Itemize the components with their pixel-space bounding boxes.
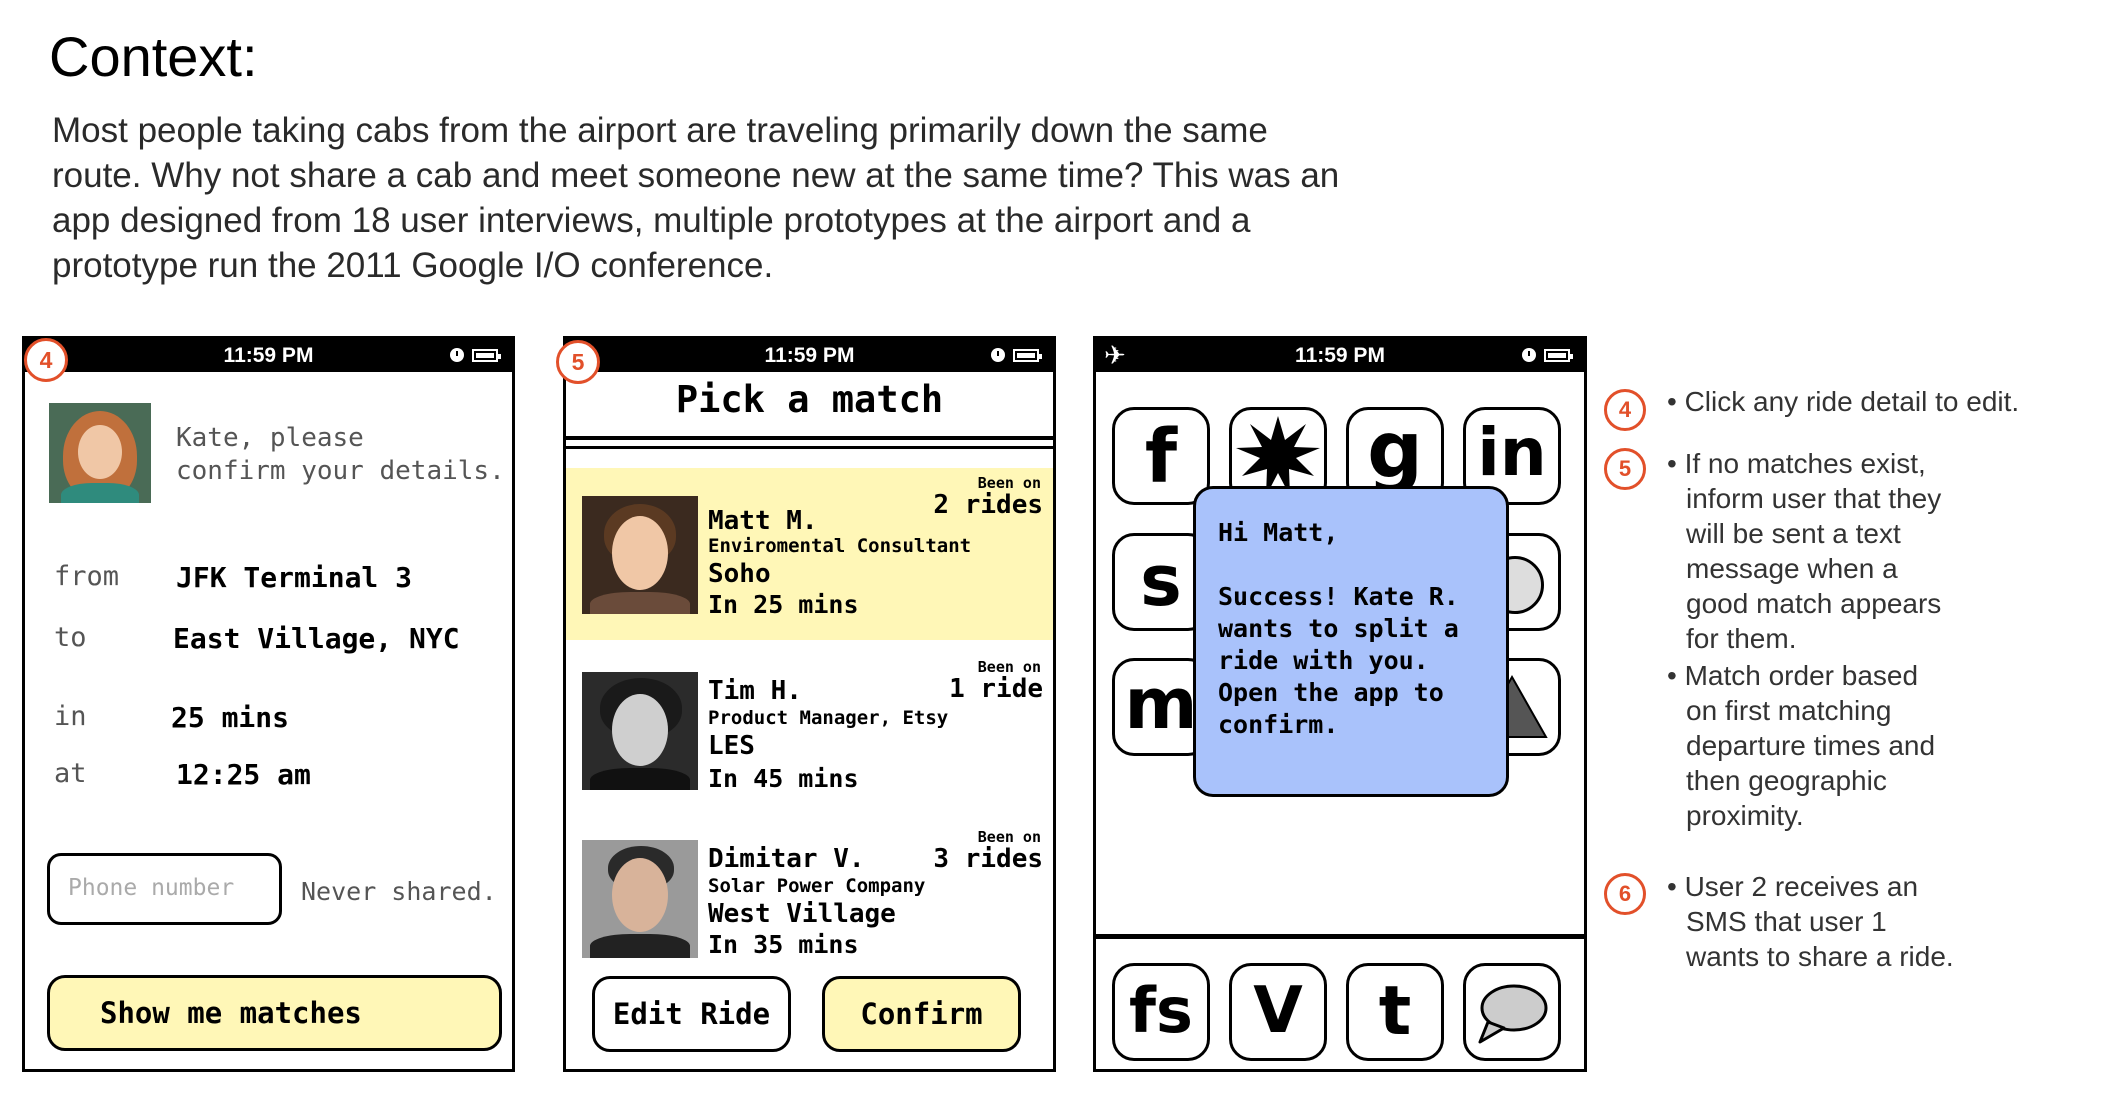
status-bar: 11:59 PM xyxy=(566,339,1053,372)
note-text: • Click any ride detail to edit. xyxy=(1667,386,2020,417)
battery-icon xyxy=(1544,348,1573,362)
status-bar: 11:59 PM xyxy=(25,339,512,372)
in-value[interactable]: 25 mins xyxy=(171,701,289,734)
alarm-icon xyxy=(991,348,1005,362)
match-role: Enviromental Consultant xyxy=(708,535,972,557)
show-matches-label: Show me matches xyxy=(100,996,362,1030)
match-name: Matt M. xyxy=(708,506,818,536)
note-text: on first matching xyxy=(1686,695,1892,726)
match-row-matt[interactable]: Matt M. Enviromental Consultant Soho In … xyxy=(566,468,1053,640)
sms-notification-popup[interactable]: Hi Matt, Success! Kate R. wants to split… xyxy=(1193,486,1509,797)
at-value[interactable]: 12:25 am xyxy=(176,758,311,791)
dock-divider xyxy=(1096,934,1584,939)
vimeo-app-icon[interactable]: V xyxy=(1229,963,1327,1061)
battery-icon xyxy=(1013,348,1042,362)
context-line: app designed from 18 user interviews, mu… xyxy=(52,201,1251,240)
from-label: from xyxy=(54,561,120,592)
match-eta: In 25 mins xyxy=(708,590,859,619)
note-badge-4: 4 xyxy=(1604,389,1646,431)
note-text: inform user that they xyxy=(1686,483,1942,514)
rides-count: 3 rides xyxy=(933,844,1043,874)
twitter-app-icon[interactable]: t xyxy=(1346,963,1444,1061)
match-area: Soho xyxy=(708,559,771,589)
match-eta: In 35 mins xyxy=(708,930,859,959)
avatar xyxy=(582,840,698,958)
in-label: in xyxy=(54,701,87,732)
note-badge-6: 6 xyxy=(1604,873,1646,915)
note-text: • Match order based xyxy=(1667,660,1919,691)
greeting-text: confirm your details. xyxy=(176,456,505,486)
from-value[interactable]: JFK Terminal 3 xyxy=(176,561,412,594)
screen-sms-notification: ✈ 11:59 PM f g in s m Hi Matt, Success! … xyxy=(1093,336,1587,1072)
header: Pick a match xyxy=(566,372,1053,440)
match-area: LES xyxy=(708,731,755,761)
context-description: Most people taking cabs from the airport… xyxy=(52,108,1472,288)
match-name: Tim H. xyxy=(708,676,802,706)
note-text: • If no matches exist, xyxy=(1667,448,1926,479)
messages-app-icon[interactable] xyxy=(1463,963,1561,1061)
avatar xyxy=(49,403,151,503)
screen-confirm-details: 11:59 PM Kate, please confirm your detai… xyxy=(22,336,515,1072)
match-row-dimitar[interactable]: Dimitar V. Solar Power Company West Vill… xyxy=(566,824,1053,996)
confirm-label: Confirm xyxy=(860,997,983,1031)
match-area: West Village xyxy=(708,899,896,929)
rides-count: 1 ride xyxy=(949,674,1043,704)
never-shared-note: Never shared. xyxy=(301,877,497,906)
context-line: route. Why not share a cab and meet some… xyxy=(52,156,1340,195)
note-text: good match appears xyxy=(1686,588,1942,619)
match-row-tim[interactable]: Tim H. Product Manager, Etsy LES In 45 m… xyxy=(566,652,1053,824)
battery-icon xyxy=(472,348,501,362)
step-badge-4: 4 xyxy=(24,338,68,382)
at-label: at xyxy=(54,758,87,789)
note-text: then geographic xyxy=(1686,765,1887,796)
alarm-icon xyxy=(450,348,464,362)
context-line: prototype run the 2011 Google I/O confer… xyxy=(52,246,774,285)
note-text: for them. xyxy=(1686,623,1797,654)
status-bar: ✈ 11:59 PM xyxy=(1096,339,1584,372)
to-value[interactable]: East Village, NYC xyxy=(173,622,460,655)
match-role: Solar Power Company xyxy=(708,875,926,897)
screen-pick-match: 11:59 PM Pick a match Matt M. Enviroment… xyxy=(563,336,1056,1072)
confirm-button[interactable]: Confirm xyxy=(822,976,1021,1052)
status-time: 11:59 PM xyxy=(223,344,314,367)
note-text: departure times and xyxy=(1686,730,1936,761)
to-label: to xyxy=(54,622,87,653)
context-title: Context: xyxy=(49,25,258,88)
match-role: Product Manager, Etsy xyxy=(708,707,949,729)
greeting-text: Kate, please xyxy=(176,423,364,453)
note-badge-5: 5 xyxy=(1604,448,1646,490)
alarm-icon xyxy=(1522,348,1536,362)
divider xyxy=(566,446,1053,449)
facebook-app-icon[interactable]: f xyxy=(1112,407,1210,505)
avatar xyxy=(582,496,698,614)
status-time: 11:59 PM xyxy=(1295,344,1385,367)
page-title: Pick a match xyxy=(675,378,944,421)
foursquare-app-icon[interactable]: fs xyxy=(1112,963,1210,1061)
note-text: will be sent a text xyxy=(1686,518,1901,549)
note-text: wants to share a ride. xyxy=(1686,941,1954,972)
phone-number-input[interactable]: Phone number xyxy=(47,853,282,925)
edit-ride-button[interactable]: Edit Ride xyxy=(592,976,791,1052)
note-text: proximity. xyxy=(1686,800,1804,831)
context-line: Most people taking cabs from the airport… xyxy=(52,111,1268,150)
note-text: message when a xyxy=(1686,553,1898,584)
phone-number-placeholder: Phone number xyxy=(68,875,235,901)
match-eta: In 45 mins xyxy=(708,764,859,793)
rides-count: 2 rides xyxy=(933,490,1043,520)
note-text: SMS that user 1 xyxy=(1686,906,1887,937)
avatar xyxy=(582,672,698,790)
speech-bubble-icon xyxy=(1478,984,1548,1044)
status-time: 11:59 PM xyxy=(764,344,855,367)
match-name: Dimitar V. xyxy=(708,844,865,874)
step-badge-5: 5 xyxy=(556,340,600,384)
show-matches-button[interactable]: Show me matches xyxy=(47,975,502,1051)
note-text: • User 2 receives an xyxy=(1667,871,1919,902)
edit-ride-label: Edit Ride xyxy=(612,997,771,1031)
